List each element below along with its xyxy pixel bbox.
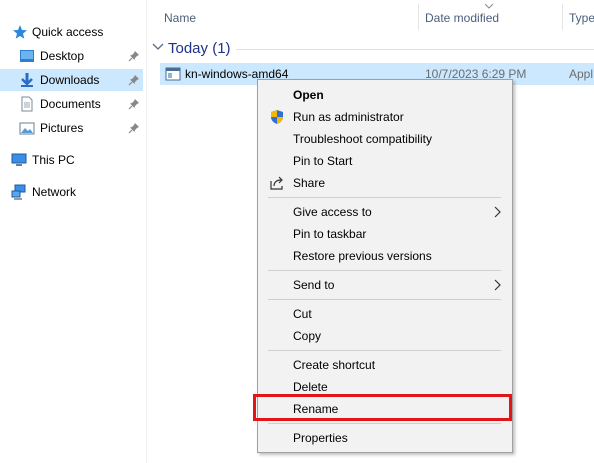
menu-item-label: Run as administrator bbox=[293, 110, 404, 124]
nav-label-pictures: Pictures bbox=[40, 121, 84, 135]
nav-label-downloads: Downloads bbox=[40, 73, 100, 87]
nav-item-quick-access[interactable]: Quick access bbox=[0, 21, 143, 43]
file-type: Appl bbox=[569, 67, 594, 81]
menu-item-give-access-to[interactable]: Give access to bbox=[260, 201, 510, 223]
nav-item-network[interactable]: Network bbox=[0, 181, 143, 203]
menu-item-create-shortcut[interactable]: Create shortcut bbox=[260, 354, 510, 376]
menu-item-label: Pin to Start bbox=[293, 154, 353, 168]
rename-highlight-box bbox=[253, 394, 512, 421]
star-icon bbox=[13, 25, 27, 39]
sort-descending-icon bbox=[484, 3, 494, 9]
nav-item-downloads[interactable]: Downloads bbox=[0, 69, 143, 91]
pin-icon[interactable] bbox=[128, 122, 140, 134]
menu-separator bbox=[268, 197, 501, 198]
chevron-down-icon[interactable] bbox=[152, 42, 164, 52]
pin-icon[interactable] bbox=[128, 50, 140, 62]
application-icon bbox=[165, 67, 181, 81]
menu-item-label: Open bbox=[293, 88, 324, 102]
navigation-pane: Quick access Desktop Downloads Documents bbox=[0, 0, 146, 463]
menu-separator bbox=[268, 350, 501, 351]
menu-item-label: Cut bbox=[293, 307, 312, 321]
menu-item-pin-to-taskbar[interactable]: Pin to taskbar bbox=[260, 223, 510, 245]
menu-item-troubleshoot-compatibility[interactable]: Troubleshoot compatibility bbox=[260, 128, 510, 150]
column-header-name[interactable]: Name bbox=[164, 11, 196, 25]
nav-item-documents[interactable]: Documents bbox=[0, 93, 143, 115]
menu-item-restore-previous-versions[interactable]: Restore previous versions bbox=[260, 245, 510, 267]
menu-separator bbox=[268, 423, 501, 424]
menu-separator bbox=[268, 299, 501, 300]
menu-item-cut[interactable]: Cut bbox=[260, 303, 510, 325]
desktop-folder-icon bbox=[20, 50, 34, 62]
menu-item-label: Troubleshoot compatibility bbox=[293, 132, 432, 146]
menu-item-label: Properties bbox=[293, 431, 348, 445]
menu-item-send-to[interactable]: Send to bbox=[260, 274, 510, 296]
menu-item-open[interactable]: Open bbox=[260, 84, 510, 106]
share-icon bbox=[270, 176, 283, 190]
menu-item-label: Restore previous versions bbox=[293, 249, 432, 263]
menu-item-label: Copy bbox=[293, 329, 322, 343]
menu-item-label: Share bbox=[293, 176, 326, 190]
menu-separator bbox=[268, 270, 501, 271]
computer-icon bbox=[11, 153, 27, 166]
menu-item-properties[interactable]: Properties bbox=[260, 427, 510, 449]
documents-folder-icon bbox=[21, 96, 33, 112]
pictures-folder-icon bbox=[19, 122, 35, 135]
downloads-folder-icon bbox=[21, 73, 33, 87]
column-separator[interactable] bbox=[562, 4, 563, 30]
pin-icon[interactable] bbox=[128, 74, 140, 86]
uac-shield-icon bbox=[271, 110, 283, 124]
menu-item-run-as-administrator[interactable]: Run as administrator bbox=[260, 106, 510, 128]
nav-pane-divider[interactable] bbox=[146, 0, 147, 463]
menu-item-label: Pin to taskbar bbox=[293, 227, 367, 241]
nav-label-this-pc: This PC bbox=[32, 153, 75, 167]
nav-label-documents: Documents bbox=[40, 97, 101, 111]
group-divider bbox=[236, 49, 594, 50]
menu-item-label: Delete bbox=[293, 380, 328, 394]
menu-item-label: Create shortcut bbox=[293, 358, 376, 372]
nav-label-desktop: Desktop bbox=[40, 49, 85, 63]
column-header-date-modified[interactable]: Date modified bbox=[425, 11, 499, 25]
menu-item-copy[interactable]: Copy bbox=[260, 325, 510, 347]
nav-label-quick-access: Quick access bbox=[32, 25, 104, 39]
menu-item-pin-to-start[interactable]: Pin to Start bbox=[260, 150, 510, 172]
menu-item-share[interactable]: Share bbox=[260, 172, 510, 194]
chevron-right-icon bbox=[494, 206, 501, 218]
column-separator[interactable] bbox=[418, 4, 419, 30]
group-header-today[interactable]: Today (1) bbox=[168, 40, 231, 57]
menu-item-label: Give access to bbox=[293, 205, 372, 219]
nav-item-pictures[interactable]: Pictures bbox=[0, 117, 143, 139]
menu-item-label: Send to bbox=[293, 278, 335, 292]
pin-icon[interactable] bbox=[128, 98, 140, 110]
nav-label-network: Network bbox=[32, 185, 77, 199]
column-header-type[interactable]: Type bbox=[569, 11, 594, 25]
nav-item-desktop[interactable]: Desktop bbox=[0, 45, 143, 67]
network-icon bbox=[11, 184, 26, 200]
chevron-right-icon bbox=[494, 279, 501, 291]
nav-item-this-pc[interactable]: This PC bbox=[0, 149, 143, 171]
